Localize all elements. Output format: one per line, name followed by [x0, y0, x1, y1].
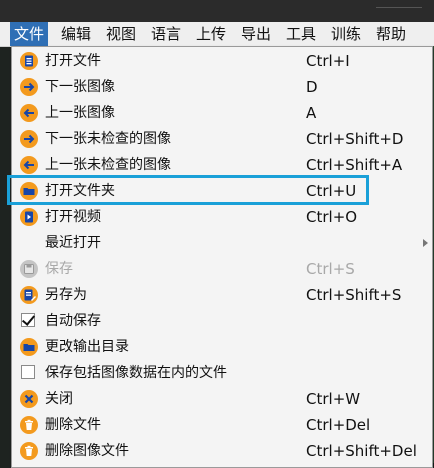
menu-item-close[interactable]: 关闭 Ctrl+W: [12, 386, 432, 412]
menu-item-label: 打开视频: [45, 209, 101, 225]
titlebar-decoration: [376, 7, 422, 16]
menu-tools[interactable]: 工具: [282, 22, 320, 46]
menu-item-shortcut: D: [306, 78, 318, 96]
save-with-image-data-checkbox[interactable]: [21, 365, 35, 379]
menu-view[interactable]: 视图: [102, 22, 140, 46]
menu-item-next-unchecked-image[interactable]: 下一张未检查的图像 Ctrl+Shift+D: [12, 126, 432, 152]
menu-item-label: 自动保存: [45, 313, 101, 329]
menu-item-label: 最近打开: [45, 235, 101, 251]
menu-item-prev-image[interactable]: 上一张图像 A: [12, 100, 432, 126]
menu-item-save-with-image-data[interactable]: 保存包括图像数据在内的文件: [12, 360, 432, 386]
folder-icon: [20, 182, 38, 200]
menu-item-label: 更改输出目录: [45, 339, 129, 355]
open-file-icon: [20, 52, 38, 70]
save-icon: [20, 260, 38, 278]
menu-item-shortcut: Ctrl+Shift+Del: [306, 442, 417, 460]
delete-icon: [20, 416, 38, 434]
menu-upload[interactable]: 上传: [192, 22, 230, 46]
menu-item-save[interactable]: 保存 Ctrl+S: [12, 256, 432, 282]
menu-item-label: 保存包括图像数据在内的文件: [45, 365, 227, 381]
menu-item-prev-unchecked-image[interactable]: 上一张未检查的图像 Ctrl+Shift+A: [12, 152, 432, 178]
menubar: 文件 编辑 视图 语言 上传 导出 工具 训练 帮助: [0, 22, 434, 47]
menu-item-open-folder[interactable]: 打开文件夹 Ctrl+U: [12, 178, 432, 204]
save-as-icon: [20, 286, 38, 304]
menu-item-shortcut: Ctrl+S: [306, 260, 355, 278]
arrow-right-icon: [20, 78, 38, 96]
arrow-left-icon: [20, 156, 38, 174]
menu-item-shortcut: A: [306, 104, 317, 122]
menu-item-next-image[interactable]: 下一张图像 D: [12, 74, 432, 100]
auto-save-checkbox[interactable]: [21, 313, 35, 327]
arrow-right-icon: [20, 130, 38, 148]
menu-item-shortcut: Ctrl+Del: [306, 416, 371, 434]
menu-item-label: 打开文件夹: [45, 183, 115, 199]
delete-icon: [20, 442, 38, 460]
menu-item-shortcut: Ctrl+Shift+A: [306, 156, 403, 174]
menu-item-shortcut: Ctrl+W: [306, 390, 361, 408]
menu-item-shortcut: Ctrl+O: [306, 208, 358, 226]
menu-edit[interactable]: 编辑: [57, 22, 95, 46]
menu-item-label: 保存: [45, 261, 73, 277]
menu-language[interactable]: 语言: [147, 22, 185, 46]
folder-icon: [20, 338, 38, 356]
submenu-arrow-icon: [423, 239, 428, 247]
menu-item-label: 另存为: [45, 287, 87, 303]
menu-item-save-as[interactable]: 另存为 Ctrl+Shift+S: [12, 282, 432, 308]
video-file-icon: [20, 208, 38, 226]
menu-item-label: 上一张未检查的图像: [45, 157, 171, 173]
menu-item-label: 删除图像文件: [45, 443, 129, 459]
menu-item-delete-file[interactable]: 删除文件 Ctrl+Del: [12, 412, 432, 438]
menu-item-delete-image-file[interactable]: 删除图像文件 Ctrl+Shift+Del: [12, 438, 432, 464]
menu-item-label: 下一张图像: [45, 79, 115, 95]
menu-item-label: 上一张图像: [45, 105, 115, 121]
menu-item-label: 关闭: [45, 391, 73, 407]
menu-item-label: 删除文件: [45, 417, 101, 433]
menu-help[interactable]: 帮助: [372, 22, 410, 46]
menu-train[interactable]: 训练: [327, 22, 365, 46]
menu-item-open-video[interactable]: 打开视频 Ctrl+O: [12, 204, 432, 230]
menu-item-change-output-dir[interactable]: 更改输出目录: [12, 334, 432, 360]
menu-item-label: 打开文件: [45, 53, 101, 69]
menu-item-label: 下一张未检查的图像: [45, 131, 171, 147]
close-icon: [20, 390, 38, 408]
menu-item-shortcut: Ctrl+Shift+D: [306, 130, 404, 148]
menu-export[interactable]: 导出: [237, 22, 275, 46]
window-titlebar: [0, 0, 434, 22]
menu-item-recent[interactable]: 最近打开: [12, 230, 432, 256]
menu-item-auto-save[interactable]: 自动保存: [12, 308, 432, 334]
file-menu-dropdown: 打开文件 Ctrl+I 下一张图像 D 上一张图像 A 下一张未检查的图像 Ct…: [11, 46, 433, 468]
menu-item-shortcut: Ctrl+I: [306, 52, 350, 70]
arrow-left-icon: [20, 104, 38, 122]
menu-item-shortcut: Ctrl+Shift+S: [306, 286, 402, 304]
menu-file[interactable]: 文件: [10, 22, 49, 46]
menu-item-open-file[interactable]: 打开文件 Ctrl+I: [12, 48, 432, 74]
menu-item-shortcut: Ctrl+U: [306, 182, 357, 200]
